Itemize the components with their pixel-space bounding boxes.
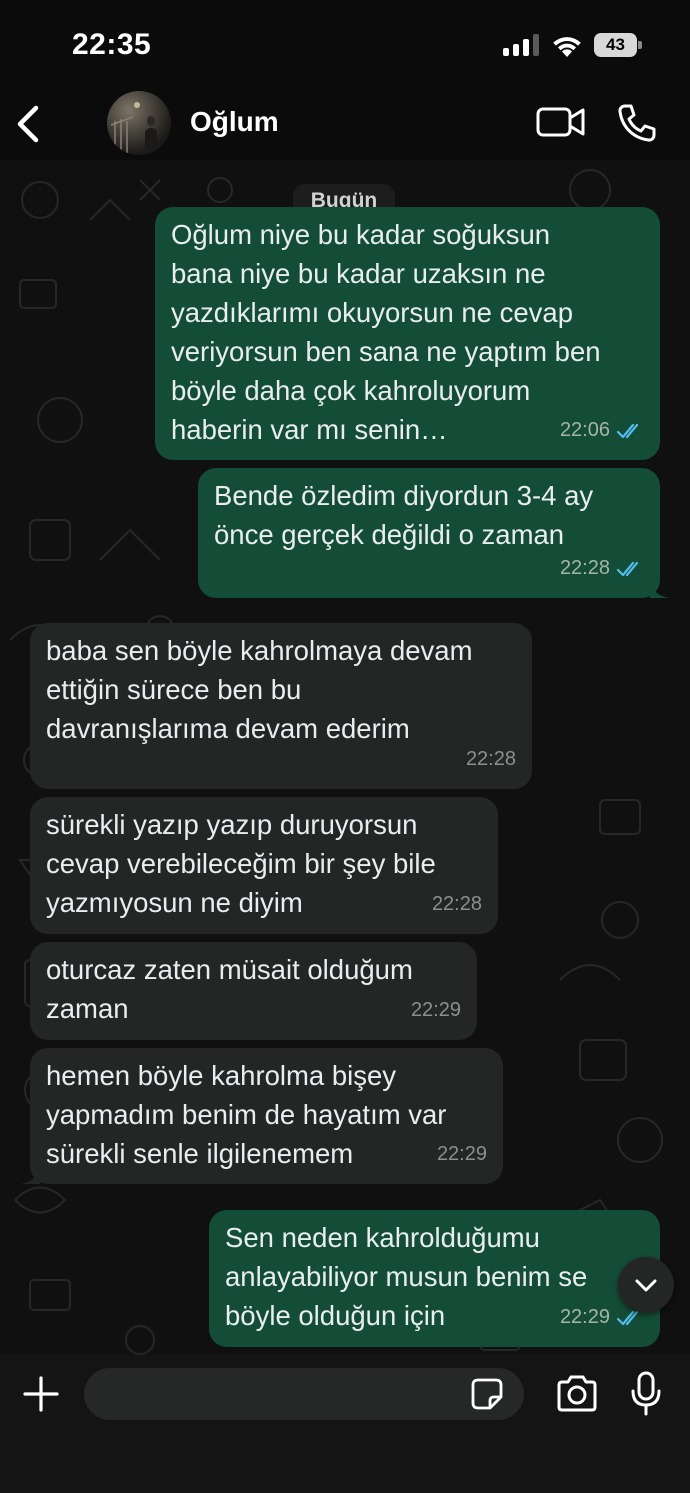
- message-time: 22:28: [559, 557, 610, 579]
- incoming-message[interactable]: sürekli yazıp yazıp duruyorsun cevap ver…: [30, 797, 498, 934]
- outgoing-message[interactable]: Bende özledim diyordun 3-4 ay önce gerçe…: [198, 468, 670, 598]
- status-time: 22:35: [72, 28, 152, 61]
- message-time: 22:28: [465, 748, 516, 770]
- battery-level: 43: [606, 35, 625, 54]
- wifi-icon: [553, 37, 581, 57]
- message-time: 22:06: [559, 419, 610, 441]
- chat-screen: 22:35 43 Oğlum Bugün Oğlum niye bu kadar…: [0, 0, 690, 1493]
- message-time: 22:29: [436, 1143, 487, 1165]
- message-time: 22:29: [559, 1306, 610, 1328]
- message-meta: 22:29: [411, 991, 461, 1030]
- avatar[interactable]: [107, 91, 171, 155]
- message-meta: 22:06: [560, 411, 644, 450]
- cellular-signal-icon: [503, 34, 541, 56]
- phone-call-icon[interactable]: [616, 102, 658, 144]
- message-text: sürekli yazıp yazıp duruyorsun cevap ver…: [46, 809, 436, 918]
- message-meta: 22:29: [437, 1135, 487, 1174]
- video-call-icon[interactable]: [536, 104, 586, 140]
- microphone-icon[interactable]: [630, 1371, 662, 1417]
- camera-icon[interactable]: [555, 1375, 599, 1413]
- bubble-tail: [20, 1168, 40, 1184]
- message-text: baba sen böyle kahrolmaya devam ettiğin …: [46, 635, 473, 744]
- outgoing-message[interactable]: Oğlum niye bu kadar soğuksun bana niye b…: [155, 207, 660, 460]
- incoming-message[interactable]: oturcaz zaten müsait olduğum zaman 22:29: [30, 942, 477, 1040]
- message-meta: 22:28: [432, 885, 482, 924]
- chevron-down-icon: [635, 1279, 657, 1292]
- read-receipt-icon: [616, 423, 639, 438]
- message-text: oturcaz zaten müsait olduğum zaman: [46, 954, 413, 1024]
- contact-name[interactable]: Oğlum: [190, 106, 279, 138]
- chat-header: Oğlum: [0, 90, 690, 160]
- message-text: hemen böyle kahrolma bişey yapmadım beni…: [46, 1060, 447, 1169]
- message-time: 22:28: [431, 893, 482, 915]
- scroll-to-bottom-button[interactable]: [618, 1257, 674, 1313]
- back-icon[interactable]: [14, 102, 44, 146]
- read-receipt-icon: [616, 561, 639, 576]
- sticker-icon[interactable]: [470, 1377, 504, 1411]
- bubble-tail: [650, 582, 670, 598]
- plus-icon[interactable]: [22, 1375, 60, 1413]
- incoming-message[interactable]: hemen böyle kahrolma bişey yapmadım beni…: [20, 1048, 503, 1184]
- message-input[interactable]: [84, 1368, 524, 1420]
- input-bar: [0, 1355, 690, 1493]
- message-time: 22:29: [410, 999, 461, 1021]
- message-meta: 22:28: [560, 549, 644, 588]
- message-meta: 22:28: [466, 740, 516, 779]
- battery-icon: 43: [594, 33, 642, 57]
- status-bar: 22:35 43: [0, 0, 690, 90]
- chat-area[interactable]: Bugün Oğlum niye bu kadar soğuksun bana …: [0, 160, 690, 1355]
- message-text: Bende özledim diyordun 3-4 ay önce gerçe…: [214, 480, 594, 550]
- outgoing-message[interactable]: Sen neden kahrolduğumu anlayabiliyor mus…: [209, 1210, 660, 1347]
- incoming-message[interactable]: baba sen böyle kahrolmaya devam ettiğin …: [30, 623, 532, 789]
